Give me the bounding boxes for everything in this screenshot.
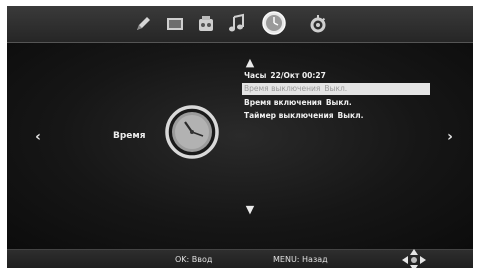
screen-icon[interactable] [164, 13, 186, 35]
menu-item-label: Таймер выключения [244, 111, 334, 120]
menu-item-label: Время включения [244, 98, 322, 107]
dpad-icon [401, 248, 427, 268]
menu-item-label: Часы [244, 71, 267, 80]
section-title: Время [113, 131, 146, 141]
menu-item-sleep-timer[interactable]: Таймер выключения Выкл. [242, 110, 363, 122]
menu-item-off-time[interactable]: Время выключения Выкл. [242, 83, 430, 95]
category-bar [7, 6, 473, 43]
music-icon[interactable] [225, 13, 247, 35]
menu-item-on-time[interactable]: Время включения Выкл. [242, 97, 352, 109]
nav-right-arrow[interactable]: › [443, 129, 457, 145]
tv-screen: ‹ › Время ▲ Часы 22/Окт 00:27 Время выклю… [7, 6, 473, 268]
scroll-up-arrow[interactable]: ▲ [244, 57, 256, 68]
ok-hint: OK: Ввод [175, 255, 213, 264]
clock-icon[interactable] [261, 10, 287, 36]
hint-bar: OK: Ввод MENU: Назад [7, 249, 473, 268]
menu-item-value: Выкл. [324, 84, 348, 93]
menu-item-label: Время выключения [244, 84, 321, 93]
menu-item-value: Выкл. [325, 98, 352, 107]
audio-icon[interactable] [195, 13, 217, 35]
settings-panel: ‹ › Время ▲ Часы 22/Окт 00:27 Время выклю… [7, 43, 473, 249]
menu-hint: MENU: Назад [273, 255, 328, 264]
menu-item-value: 22/Окт 00:27 [270, 71, 326, 80]
scroll-down-arrow[interactable]: ▼ [244, 204, 256, 215]
menu-item-value: Выкл. [337, 111, 364, 120]
nav-left-arrow[interactable]: ‹ [31, 129, 45, 145]
clock-illustration-icon [165, 105, 219, 159]
gear-icon[interactable] [307, 13, 329, 35]
menu-item-clock[interactable]: Часы 22/Окт 00:27 [242, 70, 326, 82]
pencil-icon[interactable] [132, 13, 154, 35]
